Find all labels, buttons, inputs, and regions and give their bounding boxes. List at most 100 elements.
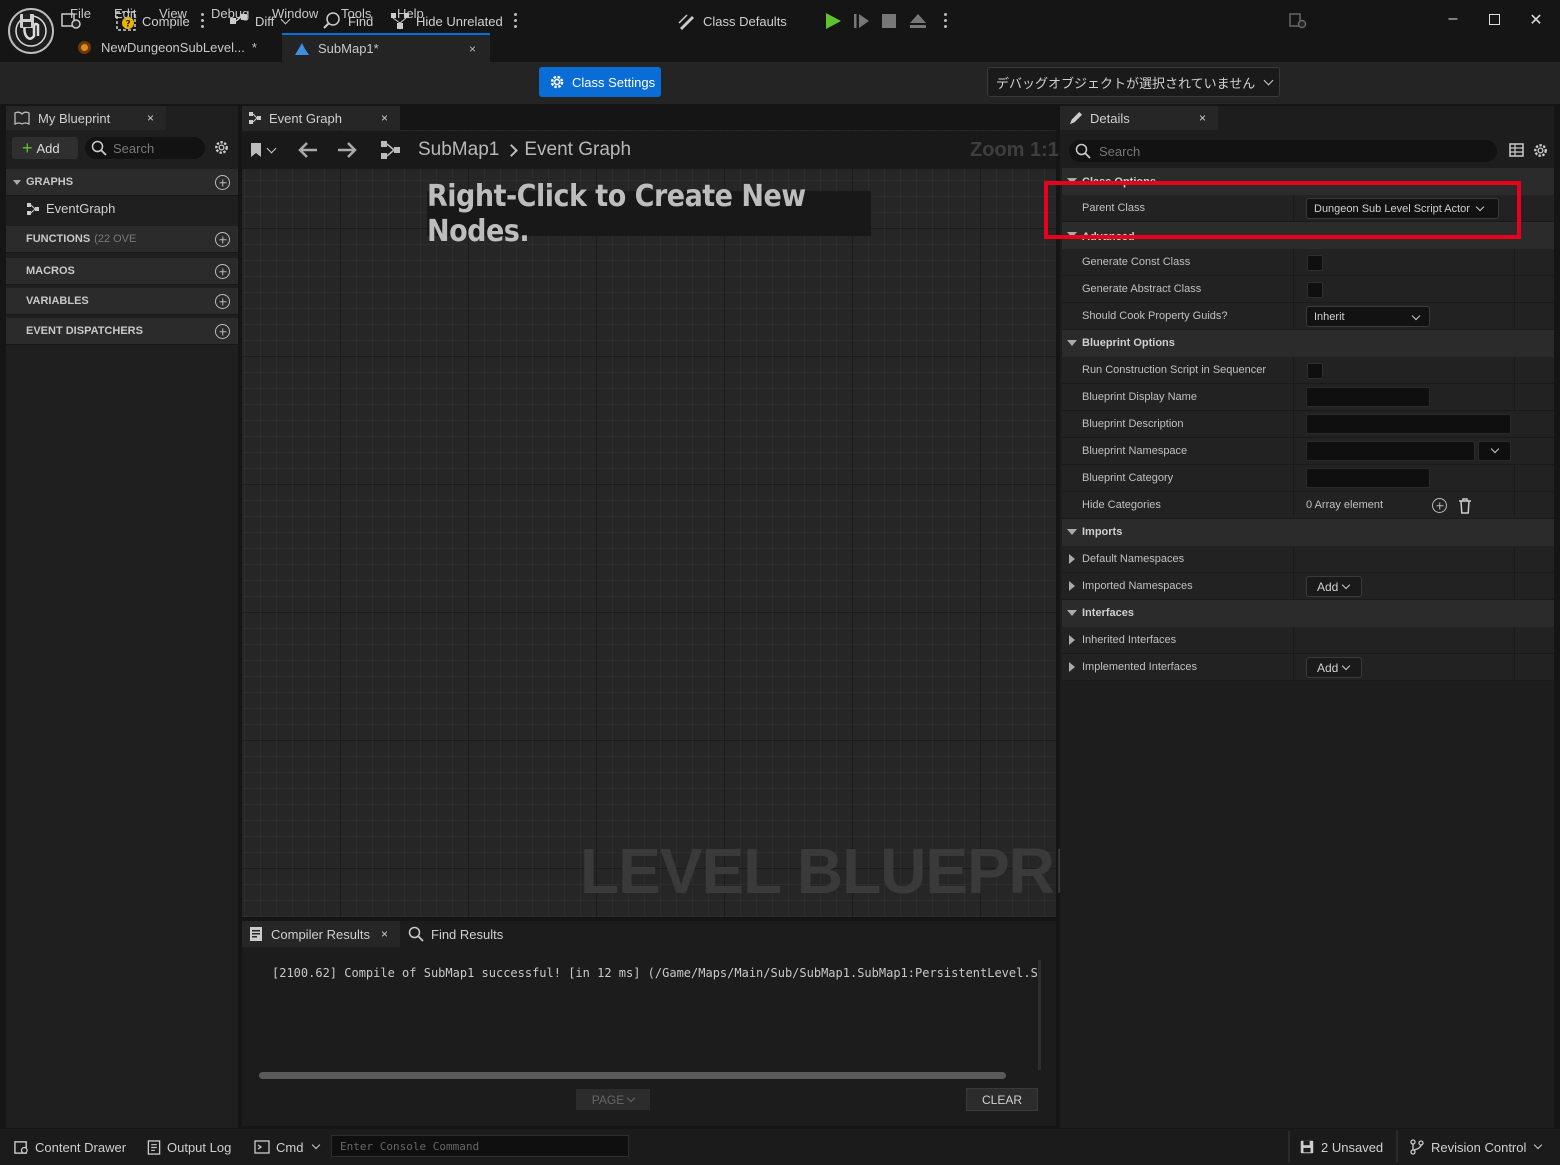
status-divider	[1288, 1131, 1290, 1163]
tab-event-graph[interactable]: Event Graph ×	[242, 106, 400, 130]
play-button[interactable]	[824, 6, 842, 36]
section-interfaces[interactable]: Interfaces	[1062, 600, 1554, 627]
section-functions[interactable]: FUNCTIONS (22 OVE	[6, 226, 238, 253]
add-graph-icon[interactable]	[215, 175, 230, 190]
more-options-icon[interactable]	[514, 10, 518, 32]
back-arrow-icon[interactable]	[297, 141, 319, 159]
trash-icon[interactable]	[1458, 498, 1472, 514]
forward-arrow-icon[interactable]	[336, 141, 358, 159]
page-dropdown[interactable]: PAGE	[576, 1089, 650, 1110]
add-button[interactable]: + Add	[12, 137, 78, 159]
compile-options-icon[interactable]	[201, 10, 205, 32]
hide-unrelated-icon	[391, 13, 409, 29]
close-icon[interactable]: ×	[381, 111, 388, 125]
output-log-button[interactable]: Output Log	[147, 1136, 231, 1158]
namespace-input[interactable]	[1306, 441, 1475, 461]
category-input[interactable]	[1306, 468, 1430, 488]
stop-icon[interactable]	[881, 6, 897, 36]
console-input[interactable]: Enter Console Command	[331, 1135, 629, 1157]
cook-guids-dropdown[interactable]: Inherit	[1306, 306, 1430, 327]
chevron-down-icon	[312, 1140, 321, 1150]
page-label: PAGE	[591, 1092, 625, 1107]
section-blueprint-options[interactable]: Blueprint Options	[1062, 330, 1554, 357]
class-settings-button[interactable]: Class Settings	[539, 67, 661, 97]
unsaved-button[interactable]: 2 Unsaved	[1299, 1136, 1383, 1158]
expand-arrow-icon	[1069, 635, 1075, 645]
row-default-namespaces[interactable]: Default Namespaces	[1062, 546, 1554, 573]
close-window-icon[interactable]: ✕	[1526, 10, 1546, 30]
minimize-icon[interactable]: –	[1443, 10, 1463, 30]
section-imports[interactable]: Imports	[1062, 519, 1554, 546]
property-label: Hide Categories	[1082, 499, 1161, 511]
namespace-dropdown[interactable]	[1478, 441, 1511, 461]
gear-icon	[550, 75, 564, 89]
graph-nav-bar	[242, 131, 1056, 169]
row-implemented-interfaces[interactable]: Implemented Interfaces Add	[1062, 654, 1554, 681]
debug-browse-icon[interactable]	[1288, 6, 1308, 36]
close-icon[interactable]: ×	[147, 111, 154, 125]
display-name-input[interactable]	[1306, 387, 1430, 407]
close-icon[interactable]: ×	[1199, 111, 1206, 125]
log-entry[interactable]: [2100.62] Compile of SubMap1 successful!…	[262, 966, 1040, 980]
details-search-input[interactable]: Search	[1069, 140, 1497, 162]
tab-find-results[interactable]: Find Results	[408, 921, 503, 947]
find-button[interactable]: Find	[322, 6, 373, 36]
save-icon[interactable]	[18, 6, 36, 36]
add-interface-dropdown[interactable]: Add	[1306, 657, 1362, 678]
diff-button[interactable]: Diff	[229, 6, 291, 36]
section-event-dispatchers[interactable]: EVENT DISPATCHERS	[6, 318, 238, 345]
section-graphs[interactable]: GRAPHS	[6, 169, 238, 196]
add-function-icon[interactable]	[215, 232, 230, 247]
tab-details[interactable]: Details ×	[1060, 106, 1218, 130]
level-icon	[78, 41, 91, 54]
eject-icon[interactable]	[909, 6, 927, 36]
table-view-icon[interactable]	[1509, 143, 1524, 157]
add-element-icon[interactable]	[1432, 498, 1447, 513]
tab-my-blueprint[interactable]: My Blueprint ×	[6, 106, 166, 130]
chevron-right-icon	[505, 143, 519, 157]
row-blueprint-namespace: Blueprint Namespace	[1062, 438, 1554, 465]
compile-button[interactable]: ? Compile	[116, 6, 190, 36]
play-options-icon[interactable]	[944, 10, 948, 32]
clear-button[interactable]: CLEAR	[966, 1088, 1038, 1111]
class-defaults-button[interactable]: Class Defaults	[677, 6, 787, 36]
step-icon[interactable]	[853, 6, 871, 36]
row-inherited-interfaces[interactable]: Inherited Interfaces	[1062, 627, 1554, 654]
settings-gear-icon[interactable]	[213, 139, 230, 156]
add-variable-icon[interactable]	[215, 294, 230, 309]
debug-object-dropdown[interactable]: デバッグオブジェクトが選択されていません	[987, 67, 1280, 97]
property-label: Blueprint Display Name	[1082, 391, 1197, 403]
find-icon	[323, 12, 340, 29]
vertical-scrollbar[interactable]	[1038, 960, 1041, 1070]
add-macro-icon[interactable]	[215, 264, 230, 279]
description-input[interactable]	[1306, 414, 1511, 434]
cmd-dropdown[interactable]: Cmd	[254, 1136, 321, 1158]
graph-hierarchy-icon[interactable]	[380, 140, 402, 160]
revision-control-button[interactable]: Revision Control	[1409, 1136, 1543, 1158]
run-construction-checkbox[interactable]	[1307, 363, 1323, 379]
add-dispatcher-icon[interactable]	[215, 324, 230, 339]
bookmark-dropdown[interactable]	[250, 142, 277, 158]
section-variables[interactable]: VARIABLES	[6, 288, 238, 315]
browse-icon[interactable]	[60, 6, 84, 36]
blueprint-search-input[interactable]: Search	[85, 137, 205, 159]
graph-icon	[27, 202, 39, 215]
breadcrumb-root[interactable]: SubMap1	[418, 139, 499, 161]
tab-newdungeonsublevel[interactable]: NewDungeonSubLevel... *	[66, 33, 280, 62]
list-item-eventgraph[interactable]: EventGraph	[26, 201, 115, 216]
close-icon[interactable]: ×	[469, 42, 476, 56]
row-imported-namespaces[interactable]: Imported Namespaces Add	[1062, 573, 1554, 600]
details-settings-gear-icon[interactable]	[1532, 142, 1549, 159]
generate-abstract-checkbox[interactable]	[1307, 282, 1323, 298]
add-namespace-dropdown[interactable]: Add	[1306, 576, 1362, 597]
close-icon[interactable]: ×	[381, 927, 388, 941]
hide-unrelated-button[interactable]: Hide Unrelated	[390, 6, 503, 36]
section-macros[interactable]: MACROS	[6, 258, 238, 285]
maximize-icon[interactable]	[1484, 10, 1504, 30]
generate-const-checkbox[interactable]	[1307, 255, 1323, 271]
tab-submap1[interactable]: SubMap1* ×	[282, 33, 490, 62]
compile-icon: ?	[116, 11, 136, 31]
tab-compiler-results[interactable]: Compiler Results ×	[242, 921, 400, 947]
content-drawer-button[interactable]: Content Drawer	[14, 1136, 126, 1158]
horizontal-scrollbar[interactable]	[259, 1072, 1006, 1079]
